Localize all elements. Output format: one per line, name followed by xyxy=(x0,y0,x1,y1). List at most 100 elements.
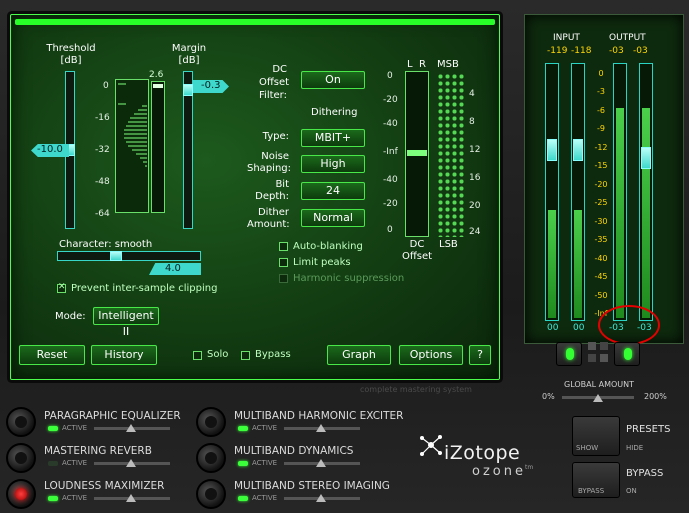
module-knob[interactable] xyxy=(6,443,36,473)
dc-l-label: L xyxy=(407,59,413,70)
dc-scale-0: 0 xyxy=(387,71,393,81)
meter-scale-tick: 0 xyxy=(598,69,604,78)
margin-slider[interactable] xyxy=(183,71,193,229)
input-gain-thumb-l[interactable] xyxy=(547,139,557,161)
input-meter-l-fill xyxy=(548,210,556,318)
character-thumb[interactable] xyxy=(110,251,122,261)
dc-scale-2: -40 xyxy=(383,119,398,129)
meter-mode-d[interactable] xyxy=(600,354,608,362)
character-slider[interactable] xyxy=(57,251,201,261)
output-label: OUTPUT xyxy=(609,33,646,43)
output-meter-l-fill xyxy=(616,108,624,318)
dc-offset-filter-button[interactable]: On xyxy=(301,71,365,89)
maximizer-display: Threshold [dB] -10.0 0 -16 -32 -48 -64 2… xyxy=(10,14,500,380)
meter-scale-tick: -30 xyxy=(594,216,608,226)
help-button[interactable]: ? xyxy=(469,345,491,365)
input-value-r: 00 xyxy=(573,323,585,333)
input-gain-thumb-r[interactable] xyxy=(573,139,583,161)
output-meter-r xyxy=(639,63,653,321)
module-name: MASTERING REVERB xyxy=(44,445,152,457)
module-active-label: ACTIVE xyxy=(252,494,278,502)
module-active-led xyxy=(238,496,248,501)
dyn-scale-3: -48 xyxy=(95,177,110,187)
graph-button[interactable]: Graph xyxy=(327,345,391,365)
dc-offset-filter-label: DC Offset Filter: xyxy=(259,64,290,101)
dither-amount-select[interactable]: Normal xyxy=(301,209,365,227)
bypass-panel-label: BYPASS xyxy=(626,468,664,479)
tagline: complete mastering system xyxy=(360,385,472,394)
dc-scale-5: -20 xyxy=(383,199,398,209)
margin-unit: [dB] xyxy=(178,55,200,66)
output-link-button[interactable] xyxy=(614,342,640,366)
dc-r-label: R xyxy=(419,59,426,70)
meter-mode-a[interactable] xyxy=(588,342,596,350)
harmonic-suppression-checkbox[interactable] xyxy=(279,274,288,283)
noise-shaping-label: Noise Shaping: xyxy=(247,151,291,174)
module-active-label: ACTIVE xyxy=(62,494,88,502)
bit-depth-label: Bit Depth: xyxy=(255,179,289,202)
dc-offset-meter xyxy=(405,71,429,237)
meter-scale-tick: -20 xyxy=(594,179,608,189)
prevent-clip-label: Prevent inter-sample clipping xyxy=(71,283,218,294)
dither-type-select[interactable]: MBIT+ xyxy=(301,129,365,147)
auto-blanking-checkbox[interactable] xyxy=(279,242,288,251)
module-knob[interactable] xyxy=(196,443,226,473)
izotope-logo-icon xyxy=(420,435,442,456)
module-knob[interactable] xyxy=(6,407,36,437)
input-meter-r xyxy=(571,63,585,321)
module-list: PARAGRAPHIC EQUALIZER ACTIVE MASTERING R… xyxy=(0,405,420,513)
bit-scale-0: 4 xyxy=(469,89,475,99)
dc-scale-6: 0 xyxy=(387,225,393,235)
output-meter-r-fill xyxy=(642,108,650,318)
histogram-graphic xyxy=(118,83,147,167)
link-led-icon xyxy=(566,348,574,360)
bit-scale-1: 8 xyxy=(469,117,475,127)
margin-thumb[interactable] xyxy=(183,84,193,96)
module-knob[interactable] xyxy=(196,407,226,437)
dyn-scale-4: -64 xyxy=(95,209,110,219)
solo-label: Solo xyxy=(207,349,229,360)
bypass-option: BYPASS xyxy=(578,487,605,495)
brand-tm: tm xyxy=(525,464,534,471)
solo-checkbox[interactable] xyxy=(193,351,202,360)
input-link-button[interactable] xyxy=(556,342,582,366)
brand-product: ozone xyxy=(472,464,526,479)
input-value-l: 00 xyxy=(547,323,559,333)
reset-button[interactable]: Reset xyxy=(19,345,85,365)
module-active-label: ACTIVE xyxy=(62,424,88,432)
meter-scale-tick: -45 xyxy=(594,272,608,282)
display-top-bar xyxy=(15,19,495,25)
character-label: Character: smooth xyxy=(59,239,153,250)
mode-select[interactable]: Intelligent II xyxy=(93,307,159,338)
module-knob[interactable] xyxy=(6,479,36,509)
meter-scale-tick: -12 xyxy=(594,142,608,152)
dc-scale-1: -20 xyxy=(383,95,398,105)
input-meter-l xyxy=(545,63,559,321)
bit-activity-grid xyxy=(437,73,465,237)
output-peak-l: -03 xyxy=(609,46,624,56)
noise-shaping-select[interactable]: High xyxy=(301,155,365,173)
limit-peaks-checkbox[interactable] xyxy=(279,258,288,267)
output-ceiling-thumb[interactable] xyxy=(641,147,651,169)
prevent-clip-checkbox[interactable] xyxy=(57,282,66,293)
presets-hide: HIDE xyxy=(626,444,644,452)
history-button[interactable]: History xyxy=(91,345,157,365)
module-name: PARAGRAPHIC EQUALIZER xyxy=(44,410,181,422)
input-label: INPUT xyxy=(553,33,580,43)
input-peak-l: -119 xyxy=(547,46,568,56)
module-knob[interactable] xyxy=(196,479,226,509)
meter-mode-b[interactable] xyxy=(600,342,608,350)
meter-mode-c[interactable] xyxy=(588,354,596,362)
module-name: LOUDNESS MAXIMIZER xyxy=(44,480,165,492)
threshold-unit: [dB] xyxy=(60,55,82,66)
options-button[interactable]: Options xyxy=(399,345,463,365)
msb-label: MSB xyxy=(437,59,459,70)
meter-scale-tick: -25 xyxy=(594,198,608,208)
bypass-checkbox[interactable] xyxy=(241,351,250,360)
global-min: 0% xyxy=(542,392,555,401)
bit-depth-select[interactable]: 24 xyxy=(301,182,365,200)
dither-type-label: Type: xyxy=(262,131,289,142)
output-peak-r: -03 xyxy=(633,46,648,56)
bit-scale-3: 16 xyxy=(469,173,481,183)
module-name: MULTIBAND STEREO IMAGING xyxy=(234,480,390,492)
